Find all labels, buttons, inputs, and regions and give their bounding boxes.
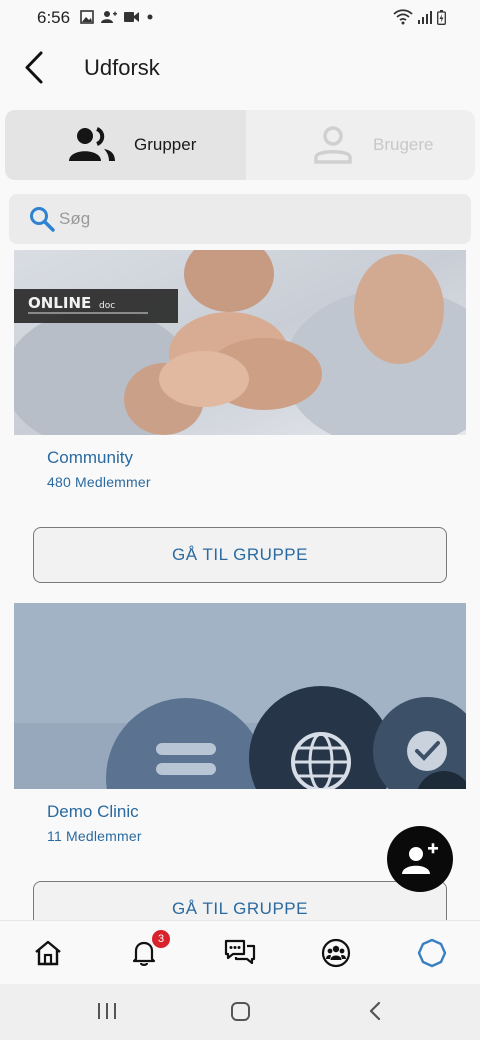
image-icon xyxy=(80,10,94,24)
nav-groups[interactable] xyxy=(318,935,354,971)
segment-control: Grupper Brugere xyxy=(5,110,475,180)
go-to-group-button[interactable]: GÅ TIL GRUPPE xyxy=(33,527,447,583)
notification-badge: 3 xyxy=(152,930,170,948)
tab-grupper[interactable]: Grupper xyxy=(5,110,246,180)
group-image-demo-clinic[interactable] xyxy=(14,603,466,789)
status-notification-icons xyxy=(80,10,154,24)
search-input[interactable]: Søg xyxy=(9,194,471,244)
battery-icon xyxy=(437,9,446,25)
bottom-navigation: 3 xyxy=(0,920,480,984)
back-nav-icon[interactable] xyxy=(367,1000,383,1022)
group-member-count: 11 Medlemmer xyxy=(47,828,142,844)
page-title: Udforsk xyxy=(84,55,160,80)
signal-icon xyxy=(418,11,432,24)
group-name[interactable]: Demo Clinic xyxy=(47,802,139,822)
tab-grupper-label: Grupper xyxy=(134,135,197,154)
dot-icon xyxy=(147,14,153,20)
chat-icon xyxy=(224,939,256,965)
onlinedoc-logo: ONLINE xyxy=(28,294,91,312)
status-time: 6:56 xyxy=(37,8,71,27)
search-placeholder: Søg xyxy=(59,209,91,228)
person-add-icon xyxy=(101,11,117,23)
nav-home[interactable] xyxy=(30,935,66,971)
home-button-icon[interactable] xyxy=(230,1000,252,1022)
tab-brugere[interactable]: Brugere xyxy=(246,110,475,180)
system-navigation-bar xyxy=(0,984,480,1040)
app-bar: Udforsk xyxy=(0,36,480,100)
tab-brugere-label: Brugere xyxy=(373,135,434,154)
add-user-button[interactable] xyxy=(387,826,453,892)
go-to-group-button[interactable]: GÅ TIL GRUPPE xyxy=(33,881,447,920)
recent-apps-icon[interactable] xyxy=(97,1000,117,1022)
group-list: ONLINE doc Community 480 Medlemmer GÅ TI… xyxy=(0,250,480,920)
group-member-count: 480 Medlemmer xyxy=(47,474,151,490)
status-bar: 6:56 xyxy=(0,0,480,36)
nav-explore[interactable] xyxy=(414,935,450,971)
search-icon xyxy=(30,207,55,232)
video-icon xyxy=(124,12,139,22)
back-button[interactable] xyxy=(18,50,54,86)
groups-icon xyxy=(69,127,115,161)
home-icon xyxy=(35,940,61,966)
explore-icon xyxy=(417,938,447,968)
status-system-icons xyxy=(393,9,446,25)
wifi-icon xyxy=(393,9,413,25)
nav-messages[interactable] xyxy=(222,935,258,971)
back-arrow-icon xyxy=(25,51,43,84)
groups-icon xyxy=(321,938,351,968)
person-icon xyxy=(314,126,352,164)
group-image-community[interactable]: ONLINE doc xyxy=(14,250,466,435)
group-name[interactable]: Community xyxy=(47,448,133,468)
person-add-icon xyxy=(402,843,438,874)
svg-text:doc: doc xyxy=(99,301,115,311)
